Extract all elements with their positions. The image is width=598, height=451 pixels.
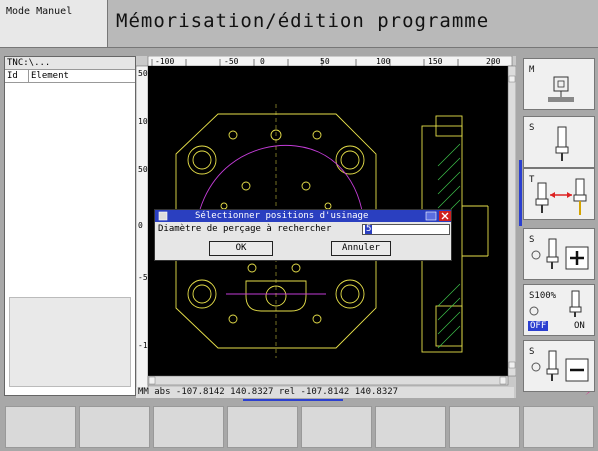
column-element: Element bbox=[31, 71, 69, 81]
vruler-label: 50 bbox=[138, 69, 148, 78]
dialog-title: Sélectionner positions d'usinage bbox=[195, 211, 369, 221]
vruler-label: 0 bbox=[138, 221, 143, 230]
softkey-3[interactable] bbox=[153, 406, 224, 448]
status-indicator bbox=[243, 399, 343, 401]
program-tree-panel[interactable]: TNC:\... Id Element bbox=[4, 56, 136, 396]
dialog-app-icon bbox=[158, 211, 168, 221]
spindle-icon bbox=[555, 126, 569, 161]
softkey-spindle[interactable]: S bbox=[523, 116, 595, 168]
horizontal-scrollbar[interactable] bbox=[147, 375, 509, 386]
maximize-icon[interactable] bbox=[425, 211, 437, 221]
softkey-5[interactable] bbox=[301, 406, 372, 448]
ruler-label: -50 bbox=[224, 57, 239, 66]
dialog-titlebar[interactable]: Sélectionner positions d'usinage bbox=[155, 210, 451, 222]
ruler-label: -100 bbox=[155, 57, 174, 66]
tree-header: Id Element bbox=[5, 70, 135, 83]
softkey-6[interactable] bbox=[375, 406, 446, 448]
vruler-label: 50 bbox=[138, 165, 148, 174]
tree-path: TNC:\... bbox=[5, 57, 135, 70]
softkey-m-function[interactable]: M bbox=[523, 58, 595, 110]
m-function-icon bbox=[548, 76, 574, 102]
select-positions-dialog[interactable]: Sélectionner positions d'usinage Diamètr… bbox=[154, 209, 452, 261]
on-toggle[interactable]: ON bbox=[574, 321, 585, 331]
ruler-label: 100 bbox=[376, 57, 391, 66]
softkey-8[interactable] bbox=[523, 406, 594, 448]
tool-change-icon bbox=[535, 178, 587, 215]
column-id: Id bbox=[5, 70, 29, 82]
softkey-tool-change[interactable]: T bbox=[523, 168, 595, 220]
softkey-7[interactable] bbox=[449, 406, 520, 448]
vertical-scrollbar[interactable] bbox=[507, 65, 516, 377]
softkey-4[interactable] bbox=[227, 406, 298, 448]
top-ruler bbox=[147, 56, 513, 67]
softkey-1[interactable] bbox=[5, 406, 76, 448]
softkey-spindle-override[interactable]: S100% OFF ON bbox=[523, 284, 595, 336]
spindle-plus-icon bbox=[531, 238, 589, 270]
softkey-spindle-plus[interactable]: S bbox=[523, 228, 595, 280]
mode-label: Mode Manuel bbox=[0, 0, 108, 48]
diameter-label: Diamètre de perçage à rechercher bbox=[158, 224, 332, 234]
page-title: Mémorisation/édition programme bbox=[116, 10, 490, 32]
close-icon[interactable] bbox=[439, 211, 451, 221]
ruler-label: 150 bbox=[428, 57, 443, 66]
cancel-button[interactable]: Annuler bbox=[331, 241, 391, 256]
ok-button[interactable]: OK bbox=[209, 241, 273, 256]
coordinate-status-bar: MM abs -107.8142 140.8327 rel -107.8142 … bbox=[136, 387, 514, 398]
diameter-input-value: 5 bbox=[365, 224, 373, 234]
spindle-minus-icon bbox=[531, 350, 589, 382]
diameter-input[interactable]: 5 bbox=[362, 224, 450, 235]
header-bar: Mémorisation/édition programme bbox=[108, 0, 598, 48]
softkey-2[interactable] bbox=[79, 406, 150, 448]
tree-info-box bbox=[9, 297, 131, 387]
ruler-label: 200 bbox=[486, 57, 501, 66]
off-toggle[interactable]: OFF bbox=[528, 321, 549, 331]
softkey-spindle-minus[interactable]: S bbox=[523, 340, 595, 392]
selection-indicator bbox=[519, 160, 522, 226]
ruler-label: 0 bbox=[260, 57, 265, 66]
ruler-label: 50 bbox=[320, 57, 330, 66]
